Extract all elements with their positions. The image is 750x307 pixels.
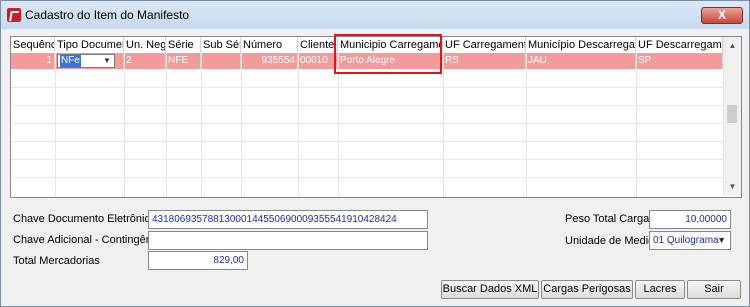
chevron-down-icon[interactable]: ▼ [101, 56, 113, 66]
sair-button[interactable]: Sair [687, 280, 741, 299]
grid-divider [124, 53, 125, 197]
column-header-un-neg[interactable]: Un. Neg. [124, 37, 166, 53]
column-header-sub-serie[interactable]: Sub Série [201, 37, 241, 53]
empty-row[interactable] [11, 87, 723, 106]
cell-sub-serie [201, 53, 241, 69]
chave-adicional-field[interactable] [148, 231, 428, 250]
tipo-documento-value: NFe [60, 55, 81, 67]
peso-total-label: Peso Total Carga [565, 213, 650, 225]
cell-cliente: 00010 [298, 53, 338, 69]
scroll-thumb[interactable] [727, 105, 737, 123]
column-header-municipio-carregamento[interactable]: Municipio Carregamento [338, 37, 443, 53]
grid-divider [298, 53, 299, 197]
column-header-sequencia[interactable]: Sequência [11, 37, 55, 53]
scroll-up-icon[interactable]: ▲ [724, 37, 741, 54]
scroll-down-icon[interactable]: ▼ [724, 178, 741, 195]
grid-divider [636, 53, 637, 197]
total-mercadorias-field[interactable]: 829,00 [148, 251, 248, 270]
column-header-municipio-descarregamento[interactable]: Município Descarregamento [526, 37, 636, 53]
app-logo-icon [7, 8, 21, 22]
unidade-medida-select[interactable]: 01 Quilograma ▼ [649, 231, 731, 250]
column-header-cliente[interactable]: Cliente [298, 37, 338, 53]
column-header-tipo-documento[interactable]: Tipo Documento [55, 37, 124, 53]
buscar-xml-button[interactable]: Buscar Dados XML [441, 280, 539, 299]
grid-header: Sequência Tipo Documento Un. Neg. Série … [11, 37, 723, 54]
empty-row[interactable] [11, 105, 723, 124]
empty-row[interactable] [11, 141, 723, 160]
column-header-uf-carregamento[interactable]: UF Carregamento [443, 37, 526, 53]
total-mercadorias-label: Total Mercadorias [13, 255, 100, 267]
empty-row[interactable] [11, 159, 723, 178]
grid-divider [241, 53, 242, 197]
empty-row[interactable] [11, 123, 723, 142]
grid-divider [443, 53, 444, 197]
close-button[interactable]: X [701, 7, 743, 24]
column-header-numero[interactable]: Número [241, 37, 298, 53]
grid-divider [201, 53, 202, 197]
grid-divider [526, 53, 527, 197]
cell-serie: NFE [166, 53, 201, 69]
column-header-uf-descarregamento[interactable]: UF Descarregamento [636, 37, 723, 53]
manifest-items-grid: Sequência Tipo Documento Un. Neg. Série … [10, 36, 742, 198]
unidade-medida-value: 01 Quilograma [653, 235, 719, 246]
unidade-medida-label: Unidade de Medida [565, 235, 661, 247]
cell-uf-descarregamento: SP [636, 53, 723, 69]
cell-uf-carregamento: RS [443, 53, 526, 69]
column-header-serie[interactable]: Série [166, 37, 201, 53]
chave-documento-label: Chave Documento Eletrônico [13, 213, 157, 225]
grid-divider [166, 53, 167, 197]
cell-sequencia: 1 [11, 53, 55, 69]
window-title: Cadastro do Item do Manifesto [25, 8, 190, 22]
table-row[interactable]: 1 NFe ▼ 2 NFE 935554 00010 Porto Alegre … [11, 53, 723, 69]
cell-municipio-carregamento: Porto Alegre [338, 53, 443, 69]
vertical-scrollbar[interactable]: ▲ ▼ [723, 37, 741, 195]
cell-numero: 935554 [241, 53, 298, 69]
cell-tipo-documento[interactable]: NFe ▼ [55, 53, 124, 69]
empty-row[interactable] [11, 177, 723, 195]
chevron-down-icon[interactable]: ▼ [717, 232, 726, 249]
grid-divider [55, 53, 56, 197]
empty-row[interactable] [11, 69, 723, 88]
lacres-button[interactable]: Lacres [635, 280, 685, 299]
title-bar: Cadastro do Item do Manifesto X [1, 1, 749, 29]
cell-municipio-descarregamento: JAU [526, 53, 636, 69]
grid-divider [338, 53, 339, 197]
cargas-perigosas-button[interactable]: Cargas Perigosas [541, 280, 633, 299]
peso-total-field[interactable]: 10,00000 [649, 210, 731, 229]
chave-documento-field[interactable]: 4318069357881300014455069000935554191042… [148, 210, 428, 229]
manifest-item-window: Cadastro do Item do Manifesto X Sequênci… [0, 0, 750, 307]
tipo-documento-select[interactable]: NFe ▼ [57, 54, 115, 68]
cell-un-neg: 2 [124, 53, 166, 69]
